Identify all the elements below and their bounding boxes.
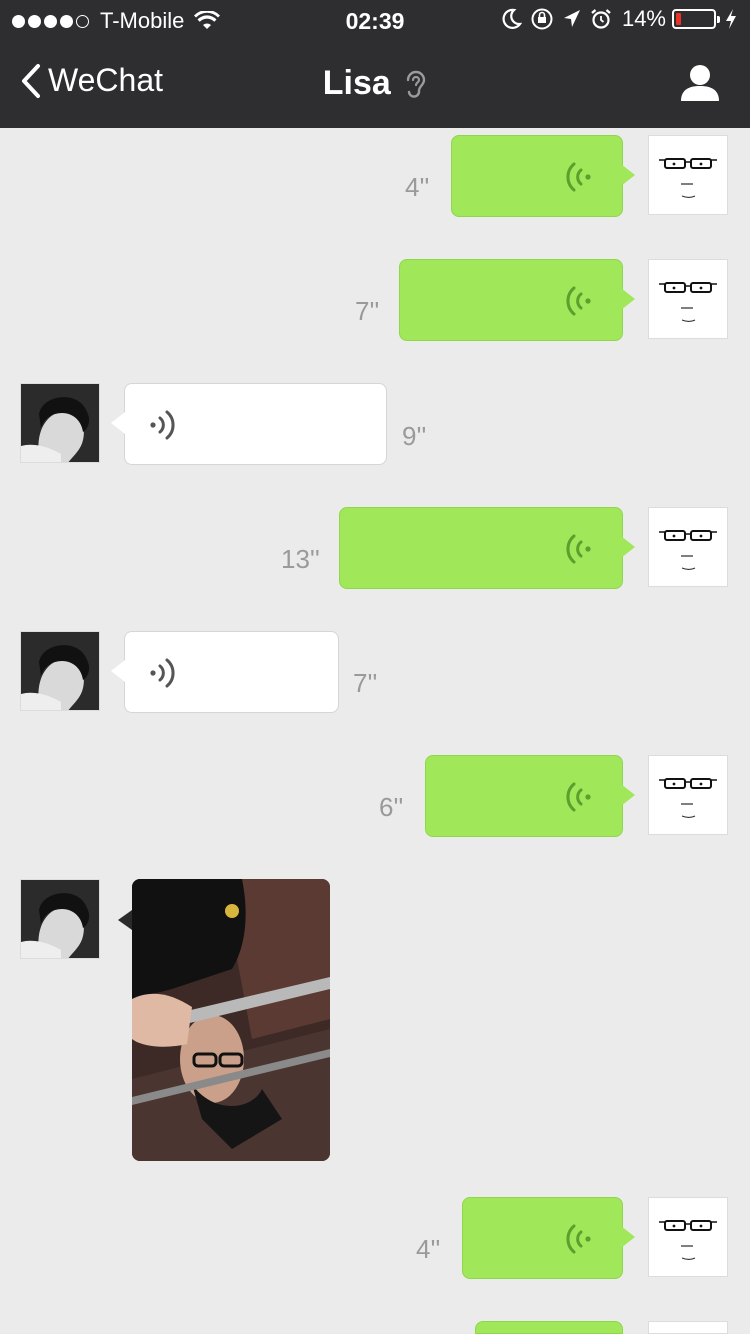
face-sketch-icon <box>659 1220 717 1261</box>
voice-wave-icon <box>566 162 591 192</box>
voice-message-bubble[interactable] <box>339 507 635 589</box>
voice-duration: 7'' <box>353 668 378 698</box>
voice-duration: 13'' <box>281 544 320 574</box>
my-avatar[interactable] <box>648 135 728 215</box>
voice-duration: 7'' <box>355 296 380 326</box>
title-area: Lisa <box>0 64 750 103</box>
voice-message-bubble[interactable] <box>399 259 635 341</box>
portrait-photo <box>21 632 99 710</box>
my-avatar[interactable] <box>648 507 728 587</box>
face-sketch-icon <box>659 530 717 571</box>
status-right: 14% <box>494 6 738 32</box>
ear-icon <box>407 70 426 98</box>
voice-message-bubble[interactable] <box>451 135 635 217</box>
face-sketch-icon <box>659 778 717 819</box>
charging-bolt-icon <box>726 9 736 29</box>
alarm-icon <box>591 9 611 29</box>
voice-wave-icon <box>566 1224 591 1254</box>
voice-message-bubble[interactable] <box>111 631 339 713</box>
my-avatar[interactable] <box>648 755 728 835</box>
photo-bubble-tail <box>118 910 132 930</box>
face-sketch-icon <box>659 282 717 323</box>
voice-wave-icon <box>566 534 591 564</box>
profile-button[interactable] <box>680 64 720 107</box>
my-avatar[interactable] <box>648 259 728 339</box>
voice-message-bubble[interactable] <box>475 1321 623 1334</box>
moon-icon <box>502 8 522 29</box>
navigation-bar: WeChat Lisa <box>0 40 750 128</box>
voice-message-bubble[interactable] <box>111 383 387 465</box>
profile-icon <box>681 65 719 101</box>
portrait-photo <box>21 880 99 958</box>
voice-wave-icon <box>150 410 175 440</box>
voice-wave-icon <box>566 782 591 812</box>
page-title: Lisa <box>322 64 391 102</box>
voice-duration: 6'' <box>379 792 404 822</box>
voice-duration: 4'' <box>416 1234 441 1264</box>
voice-duration: 4'' <box>405 172 430 202</box>
lisa-avatar[interactable] <box>20 879 100 959</box>
my-avatar[interactable] <box>648 1197 728 1277</box>
voice-wave-icon <box>150 658 175 688</box>
battery-percentage: 14% <box>621 6 666 31</box>
voice-message-bubble[interactable] <box>462 1197 635 1279</box>
lisa-avatar[interactable] <box>20 383 100 463</box>
location-arrow-icon <box>563 10 580 27</box>
gym-photo <box>132 879 330 1161</box>
portrait-photo <box>21 384 99 462</box>
voice-message-bubble[interactable] <box>425 755 635 837</box>
face-sketch-icon <box>659 158 717 199</box>
top-bar: T-Mobile 02:39 14% WeChat Lisa <box>0 0 750 128</box>
battery-icon <box>672 9 720 29</box>
image-message[interactable] <box>132 879 330 1161</box>
my-avatar[interactable] <box>648 1321 728 1334</box>
status-bar: T-Mobile 02:39 14% <box>0 0 750 40</box>
voice-duration: 9'' <box>402 421 427 451</box>
voice-wave-icon <box>566 286 591 316</box>
rotation-lock-icon <box>531 8 553 30</box>
lisa-avatar[interactable] <box>20 631 100 711</box>
